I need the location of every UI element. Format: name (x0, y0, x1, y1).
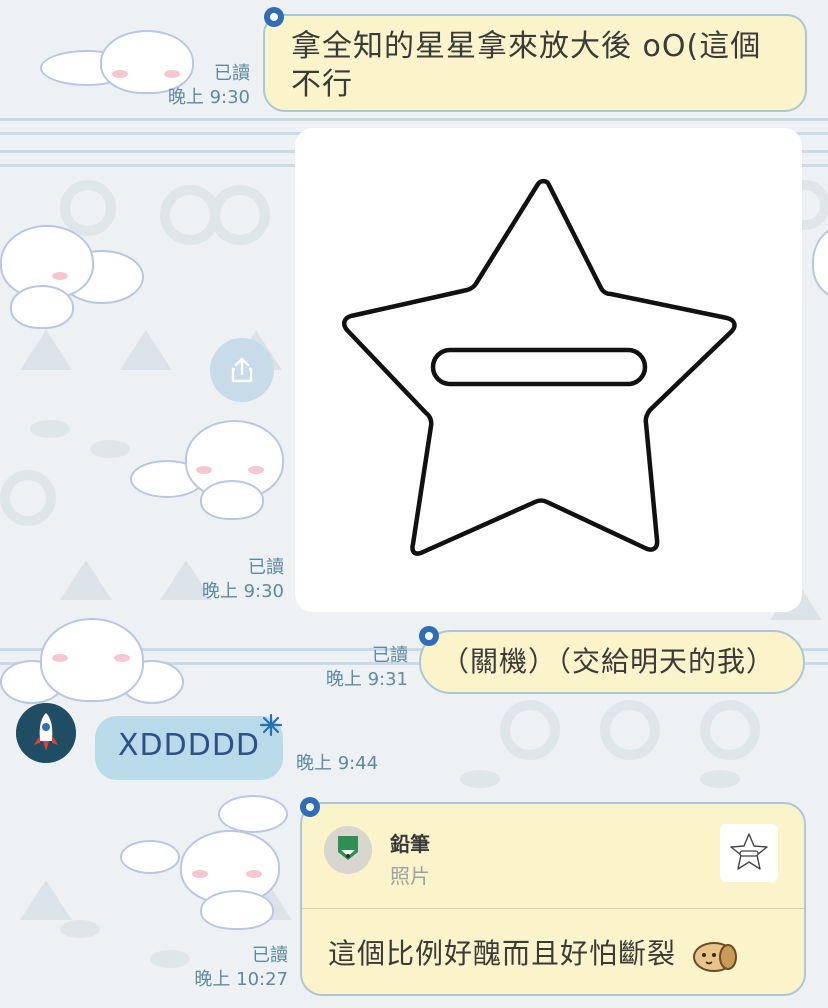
outgoing-message-bubble[interactable]: （關機）（交給明天的我） (419, 630, 805, 694)
timestamp: 晚上 9:44 (296, 753, 379, 774)
incoming-message-bubble[interactable]: XDDDDD (95, 716, 283, 780)
star-badge-image (341, 178, 737, 556)
image-message[interactable] (295, 128, 802, 612)
read-receipt: 已讀 (372, 645, 408, 666)
read-receipt: 已讀 (252, 945, 288, 966)
pencil-avatar-icon (324, 826, 372, 874)
message-meta: 已讀 晚上 9:31 (300, 644, 408, 692)
timestamp: 晚上 9:30 (201, 581, 284, 602)
timestamp: 晚上 9:30 (167, 87, 250, 108)
message-text: （關機）（交給明天的我） (441, 645, 776, 678)
message-meta: 已讀 晚上 10:27 (186, 944, 288, 992)
rocket-avatar-icon (16, 703, 76, 763)
dog-face-emoji (692, 942, 737, 972)
message-text-line: 拿全知的星星拿來放大後 oO(這個 (291, 29, 762, 64)
message-text-line: 不行 (291, 67, 353, 102)
avatar[interactable] (16, 703, 76, 763)
flower-badge-icon (300, 797, 320, 817)
quoted-sender-name: 鉛筆 (390, 832, 430, 856)
message-meta: 已讀 晚上 9:30 (180, 556, 284, 604)
flower-badge-icon (419, 626, 439, 646)
timestamp: 晚上 10:27 (194, 969, 288, 990)
outgoing-message-bubble[interactable]: 拿全知的星星拿來放大後 oO(這個 不行 (263, 14, 807, 112)
quoted-photo-thumbnail (720, 824, 778, 882)
share-button[interactable] (210, 338, 274, 402)
quoted-message-type: 照片 (390, 864, 430, 888)
read-receipt: 已讀 (214, 63, 250, 84)
timestamp: 晚上 9:31 (325, 669, 408, 690)
quoted-message[interactable]: 鉛筆 照片 (302, 804, 804, 909)
sparkle-icon (259, 713, 283, 737)
message-text: 這個比例好醜而且好怕斷裂 (328, 932, 738, 973)
message-meta: 已讀 晚上 9:30 (150, 62, 250, 110)
flower-badge-icon (264, 7, 284, 27)
message-text: XDDDDD (117, 728, 261, 763)
reply-message-bubble[interactable]: 鉛筆 照片 這個比例好醜而且好怕斷裂 (300, 802, 806, 996)
share-icon (231, 357, 253, 383)
read-receipt: 已讀 (248, 557, 284, 578)
